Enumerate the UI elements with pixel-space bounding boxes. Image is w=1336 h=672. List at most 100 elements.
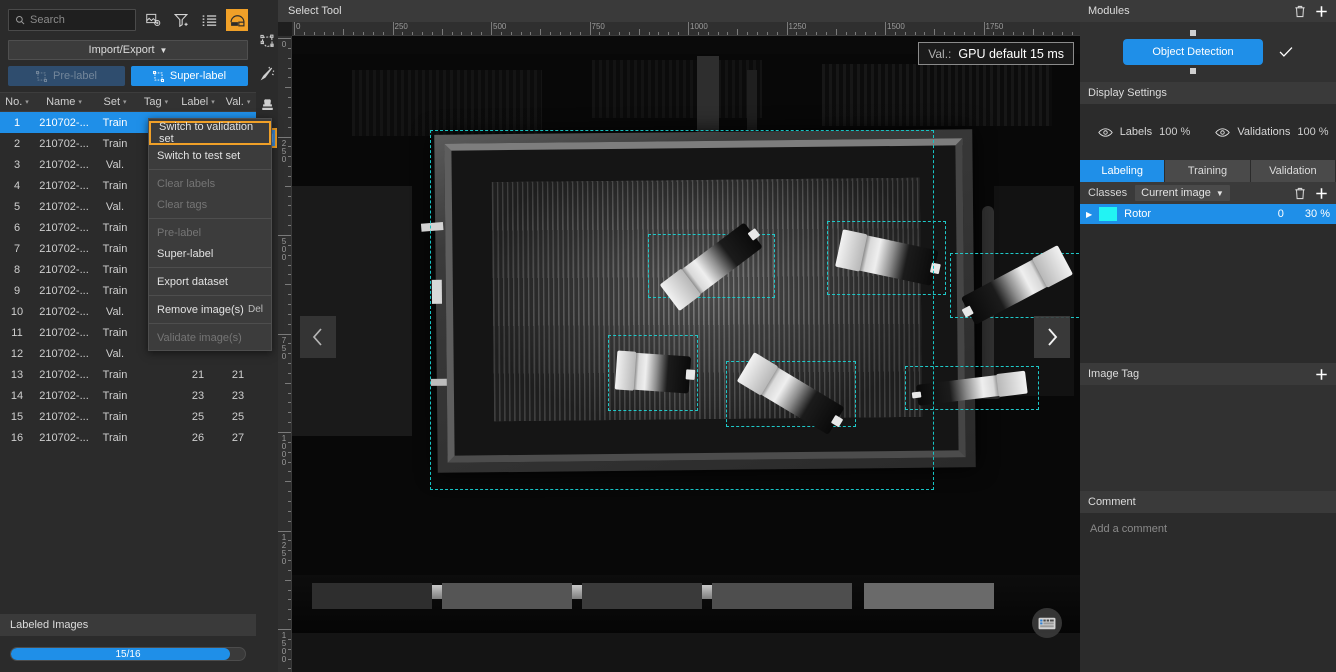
search-input[interactable]: Search bbox=[8, 9, 136, 31]
ruler-minor-tick bbox=[288, 205, 291, 207]
context-menu-item: Clear tags bbox=[149, 194, 271, 215]
table-row[interactable]: 13 210702-... Train 21 21 bbox=[0, 364, 256, 385]
table-cell-val: 27 bbox=[231, 431, 245, 444]
ruler-minor-tick bbox=[1072, 32, 1074, 35]
plus-icon[interactable] bbox=[1315, 368, 1328, 381]
table-row[interactable]: 15 210702-... Train 25 25 bbox=[0, 406, 256, 427]
validations-value[interactable]: 100 % bbox=[1297, 126, 1328, 138]
tab-labeling[interactable]: Labeling bbox=[1080, 160, 1166, 182]
super-label-icon bbox=[152, 70, 164, 82]
keyboard-shortcuts-icon[interactable] bbox=[1032, 608, 1062, 638]
module-handle-top[interactable] bbox=[1190, 30, 1196, 36]
labels-value[interactable]: 100 % bbox=[1159, 126, 1190, 138]
ruler-minor-tick bbox=[288, 303, 291, 305]
magic-wand-tool-icon[interactable] bbox=[258, 64, 276, 82]
table-row[interactable]: 14 210702-... Train 23 23 bbox=[0, 385, 256, 406]
ruler-minor-tick bbox=[707, 32, 709, 35]
labels-visibility[interactable]: Labels 100 % bbox=[1080, 126, 1208, 138]
ruler-tick bbox=[392, 22, 394, 35]
table-cell-label: 26 bbox=[191, 431, 205, 444]
column-header-val[interactable]: Val. ▾ bbox=[220, 96, 256, 108]
canvas-panel: Select Tool 0250500750100012501500175020… bbox=[278, 0, 1080, 672]
table-cell-name: 210702-... bbox=[39, 347, 89, 360]
import-export-button[interactable]: Import/Export ▼ bbox=[8, 40, 248, 60]
column-header-tag[interactable]: Tag ▾ bbox=[136, 96, 176, 108]
row-context-menu[interactable]: Switch to validation set Switch to test s… bbox=[148, 118, 272, 351]
ruler-minor-tick bbox=[288, 363, 291, 365]
ruler-minor-tick bbox=[288, 274, 291, 276]
context-menu-item[interactable]: Switch to test set bbox=[149, 145, 271, 166]
ruler-minor-tick bbox=[323, 32, 325, 35]
context-menu-item[interactable]: Export dataset bbox=[149, 271, 271, 292]
module-object-detection[interactable]: Object Detection bbox=[1123, 30, 1263, 74]
ruler-minor-tick bbox=[1042, 32, 1044, 35]
context-menu-item[interactable]: Switch to validation set bbox=[149, 121, 271, 145]
pre-label-label: Pre-label bbox=[52, 70, 98, 82]
image-canvas[interactable]: Val.: GPU default 15 ms bbox=[292, 36, 1080, 672]
plus-icon[interactable] bbox=[1315, 187, 1328, 200]
ruler-tick bbox=[278, 432, 291, 433]
table-row[interactable]: 16 210702-... Train 26 27 bbox=[0, 427, 256, 448]
app-root: Search Import/Export ▼ Pre-label Super-l… bbox=[0, 0, 1336, 672]
eye-icon[interactable] bbox=[1215, 127, 1231, 138]
class-row[interactable]: ▶ Rotor 0 30 % bbox=[1080, 204, 1336, 224]
validations-visibility[interactable]: Validations 100 % bbox=[1208, 126, 1336, 138]
next-image-chevron-icon[interactable] bbox=[1034, 316, 1070, 358]
tab-validation[interactable]: Validation bbox=[1250, 160, 1336, 182]
comment-placeholder: Add a comment bbox=[1090, 523, 1168, 535]
list-view-icon[interactable] bbox=[198, 9, 220, 31]
polygon-tool-icon[interactable] bbox=[258, 32, 276, 50]
column-header-no[interactable]: No. ▾ bbox=[0, 96, 34, 108]
tab-training[interactable]: Training bbox=[1165, 160, 1251, 182]
ruler-minor-tick bbox=[756, 32, 758, 35]
table-cell-val: 23 bbox=[231, 389, 245, 402]
display-settings-header: Display Settings bbox=[1080, 82, 1336, 104]
comment-input[interactable]: Add a comment bbox=[1080, 513, 1336, 672]
ruler-minor-tick bbox=[288, 609, 291, 611]
class-color-swatch[interactable] bbox=[1099, 207, 1118, 221]
column-header-set[interactable]: Set ▾ bbox=[94, 96, 136, 108]
plus-icon[interactable] bbox=[1315, 5, 1328, 18]
eye-icon[interactable] bbox=[1097, 127, 1113, 138]
prev-image-chevron-icon[interactable] bbox=[300, 316, 336, 358]
module-handle-bottom[interactable] bbox=[1190, 68, 1196, 74]
stamp-tool-icon[interactable] bbox=[258, 96, 276, 114]
image-tag-body[interactable] bbox=[1080, 385, 1336, 491]
ruler-minor-tick bbox=[737, 29, 739, 35]
mode-tabs[interactable]: Labeling Training Validation bbox=[1080, 160, 1336, 182]
context-menu-item[interactable]: Super-label bbox=[149, 243, 271, 264]
class-list[interactable]: ▶ Rotor 0 30 % bbox=[1080, 204, 1336, 224]
trash-icon[interactable] bbox=[1294, 5, 1306, 18]
image-settings-icon[interactable] bbox=[142, 9, 164, 31]
classes-scope-dropdown[interactable]: Current image ▼ bbox=[1135, 185, 1230, 201]
filter-icon[interactable] bbox=[170, 9, 192, 31]
check-icon[interactable] bbox=[1279, 46, 1293, 58]
rotor-object bbox=[614, 350, 696, 394]
ruler-minor-tick bbox=[288, 175, 291, 177]
ruler-tick bbox=[294, 22, 295, 35]
trash-icon[interactable] bbox=[1294, 187, 1306, 200]
classes-title: Classes bbox=[1088, 187, 1128, 199]
column-header-label[interactable]: Label ▾ bbox=[176, 96, 220, 108]
column-header-name[interactable]: Name ▾ bbox=[34, 96, 94, 108]
ruler-minor-tick bbox=[288, 648, 291, 650]
table-cell-set: Train bbox=[102, 368, 128, 381]
dataset-split-icon[interactable] bbox=[226, 9, 248, 31]
ruler-minor-tick bbox=[288, 550, 291, 552]
ruler-minor-tick bbox=[288, 569, 291, 571]
ruler-minor-tick bbox=[288, 106, 291, 108]
ruler-minor-tick bbox=[934, 29, 936, 35]
ruler-label: 750 bbox=[591, 22, 605, 31]
pre-label-button[interactable]: Pre-label bbox=[8, 66, 125, 86]
class-threshold[interactable]: 30 % bbox=[1305, 208, 1330, 220]
expand-chevron-icon[interactable]: ▶ bbox=[1086, 210, 1092, 219]
ruler-minor-tick bbox=[288, 57, 291, 59]
module-label: Object Detection bbox=[1152, 46, 1234, 58]
search-toolbar: Search bbox=[0, 0, 256, 40]
rotor-cap bbox=[996, 370, 1028, 397]
bin-picking-photo bbox=[292, 36, 1080, 633]
context-menu-item[interactable]: Remove image(s) Del bbox=[149, 299, 271, 320]
table-header: No. ▾ Name ▾ Set ▾ Tag ▾ Label ▾ Val. ▾ bbox=[0, 92, 256, 112]
super-label-button[interactable]: Super-label bbox=[131, 66, 248, 86]
ruler-minor-tick bbox=[658, 32, 660, 35]
